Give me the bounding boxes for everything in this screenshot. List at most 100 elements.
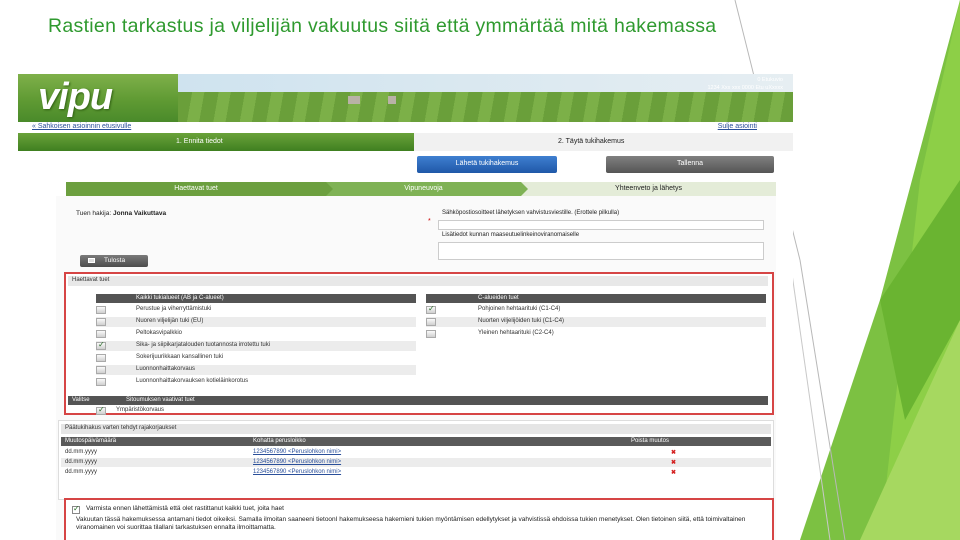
- col-date: Muutospäivämäärä: [65, 438, 117, 444]
- email-label: Sähköpostiosoitteet lähetyksen vahvistus…: [442, 210, 620, 216]
- vipu-logo[interactable]: vipu: [38, 76, 113, 119]
- applicant-name: Jonna Vaikuttava: [112, 210, 167, 217]
- step-indicator: 1. Ennita tiedot 2. Täytä tukihakemus: [18, 133, 793, 151]
- support-selection-box: Haettavat tuet Kaikki tukialueet (AB ja …: [64, 272, 774, 415]
- checkbox[interactable]: [96, 366, 106, 374]
- app-header: vipu 0 Etukuvio 1234 Xxx xxx 0000 Etu uX…: [18, 74, 793, 122]
- select-column-label: Valitse: [72, 397, 90, 403]
- delete-icon[interactable]: ✖: [671, 469, 676, 476]
- checkbox[interactable]: [96, 354, 106, 362]
- block-link[interactable]: 1234567890 <Peruslohkon nimi>: [253, 469, 341, 475]
- corrections-title: Päätukihakus varten tehdyt rajakorjaukse…: [61, 424, 771, 434]
- exit-link[interactable]: Sulje asiointi: [718, 123, 757, 130]
- confirm-checkbox[interactable]: [72, 504, 80, 514]
- user-info-line: 1234 Xxx xxx 0000 Etu uXxxxx: [707, 85, 783, 91]
- checkbox[interactable]: [96, 405, 106, 415]
- header-fields: [178, 92, 793, 122]
- printer-icon: [88, 258, 95, 263]
- slide: { "slide": { "title": "Rastien tarkastus…: [0, 0, 960, 540]
- option-label: Peltokasvipalkkio: [136, 330, 183, 336]
- c-areas-header: C-alueiden tuet: [426, 294, 766, 303]
- tab-label: Haettavat tuet: [174, 185, 218, 192]
- support-section-title: Haettavat tuet: [68, 276, 768, 286]
- checkbox[interactable]: [96, 318, 106, 326]
- commitment-header: Valitse Sitoumuksen vaativat tuet: [68, 396, 768, 405]
- additional-info-label: Lisätiedot kunnan maaseutuelinkeinoviran…: [442, 232, 580, 238]
- option-label: Sika- ja siipikarjatalouden tuotannosta …: [136, 342, 271, 348]
- checkbox[interactable]: [426, 318, 436, 326]
- checkbox[interactable]: [96, 306, 106, 314]
- block-link[interactable]: 1234567890 <Peruslohkon nimi>: [253, 459, 341, 465]
- checkbox[interactable]: [96, 378, 106, 386]
- boundary-corrections: Päätukihakus varten tehdyt rajakorjaukse…: [58, 420, 774, 500]
- applicant: Tuen hakija: Jonna Vaikuttava: [76, 210, 166, 217]
- option-label: Nuorten viljelijöiden tuki (C1-C4): [478, 318, 565, 324]
- row-date: dd.mm.yyyy: [65, 449, 98, 455]
- save-button[interactable]: Tallenna: [606, 156, 774, 173]
- checkbox[interactable]: [96, 330, 106, 338]
- chevron-right-icon: [326, 182, 333, 196]
- confirmation-box: Varmista ennen lähettämistä että olet ra…: [64, 498, 774, 540]
- support-option[interactable]: Nuorten viljelijöiden tuki (C1-C4): [426, 317, 766, 327]
- option-label: Ympäristökorvaus: [116, 407, 165, 413]
- table-row: dd.mm.yyyy 1234567890 <Peruslohkon nimi> ✖: [61, 468, 771, 477]
- farm-building: [348, 96, 360, 104]
- chevron-right-icon: [521, 182, 528, 196]
- send-application-button[interactable]: Lähetä tukihakemus: [417, 156, 557, 173]
- support-option[interactable]: Sika- ja siipikarjatalouden tuotannosta …: [96, 340, 416, 351]
- tab-vipuneuvoja[interactable]: Vipuneuvoja: [326, 182, 528, 196]
- back-link[interactable]: « Sahkoisen asioinnin etusivulle: [32, 123, 131, 130]
- print-button[interactable]: Tulosta: [80, 255, 148, 267]
- col-delete: Poista muutos: [631, 438, 670, 444]
- tab-bar: Haettavat tuet Vipuneuvoja Yhteenveto ja…: [66, 182, 776, 196]
- tab-yhteenveto[interactable]: Yhteenveto ja lähetys: [521, 182, 776, 196]
- support-option[interactable]: Perustue ja viherryttämistuki: [96, 305, 416, 315]
- support-option[interactable]: Luonnonhaittakorvaus: [96, 365, 416, 375]
- step-1[interactable]: 1. Ennita tiedot: [18, 133, 414, 151]
- slide-title: Rastien tarkastus ja viljelijän vakuutus…: [48, 15, 717, 37]
- checkbox[interactable]: [426, 330, 436, 338]
- checkbox[interactable]: [426, 304, 436, 314]
- option-label: Nuoren viljelijän tuki (EU): [136, 318, 204, 324]
- block-link[interactable]: 1234567890 <Peruslohkon nimi>: [253, 449, 341, 455]
- row-date: dd.mm.yyyy: [65, 469, 98, 475]
- col-block: Kohatta perusloikko: [253, 438, 306, 444]
- tab-label: Yhteenveto ja lähetys: [615, 185, 682, 192]
- tab-label: Vipuneuvoja: [404, 185, 443, 192]
- applicant-label: Tuen hakija:: [76, 210, 112, 217]
- action-buttons: Lähetä tukihakemus Tallenna: [18, 153, 793, 173]
- support-option[interactable]: Pohjoinen hehtaarituki (C1-C4): [426, 304, 766, 315]
- commitment-column-label: Sitoumuksen vaativat tuet: [126, 397, 195, 403]
- option-label: Luonnonhaittakorvaus: [136, 366, 196, 372]
- support-option-ymparistokorvaus[interactable]: Ympäristökorvaus: [96, 405, 416, 416]
- required-marker: *: [428, 218, 431, 225]
- option-label: Sokerijuurikkaan kansallinen tuki: [136, 354, 224, 360]
- tab-haettavat-tuet[interactable]: Haettavat tuet: [66, 182, 333, 196]
- support-option[interactable]: Nuoren viljelijän tuki (EU): [96, 317, 416, 327]
- support-option[interactable]: Sokerijuurikkaan kansallinen tuki: [96, 353, 416, 363]
- vipu-screenshot: vipu 0 Etukuvio 1234 Xxx xxx 0000 Etu uX…: [18, 74, 793, 540]
- top-links: « Sahkoisen asioinnin etusivulle Sulje a…: [18, 122, 793, 132]
- user-info: 0 Etukuvio 1234 Xxx xxx 0000 Etu uXxxxx: [613, 76, 783, 92]
- confirm-title: Varmista ennen lähettämistä että olet ra…: [86, 505, 284, 512]
- farm-building: [388, 96, 396, 104]
- table-row: dd.mm.yyyy 1234567890 <Peruslohkon nimi> ✖: [61, 458, 771, 467]
- checkbox[interactable]: [96, 340, 106, 350]
- delete-icon[interactable]: ✖: [671, 459, 676, 466]
- option-label: Luonnonhaittakorvauksen kotieläinkorotus: [136, 378, 249, 384]
- delete-icon[interactable]: ✖: [671, 449, 676, 456]
- option-label: Yleinen hehtaarituki (C2-C4): [478, 330, 554, 336]
- support-option[interactable]: Peltokasvipalkkio: [96, 329, 416, 339]
- support-option[interactable]: Luonnonhaittakorvauksen kotieläinkorotus: [96, 377, 416, 387]
- table-row: dd.mm.yyyy 1234567890 <Peruslohkon nimi> ✖: [61, 448, 771, 457]
- additional-info-field[interactable]: [438, 242, 764, 260]
- email-field[interactable]: [438, 220, 764, 230]
- confirm-text: Vakuutan tässä hakemuksessa antamani tie…: [76, 516, 746, 531]
- support-option[interactable]: Yleinen hehtaarituki (C2-C4): [426, 329, 766, 339]
- step-2[interactable]: 2. Täytä tukihakemus: [414, 133, 793, 151]
- user-info-line: 0 Etukuvio: [757, 77, 783, 83]
- print-label: Tulosta: [104, 257, 126, 264]
- all-areas-header: Kaikki tukialueet (AB ja C-alueet): [96, 294, 416, 303]
- option-label: Perustue ja viherryttämistuki: [136, 306, 212, 312]
- option-label: Pohjoinen hehtaarituki (C1-C4): [478, 306, 561, 312]
